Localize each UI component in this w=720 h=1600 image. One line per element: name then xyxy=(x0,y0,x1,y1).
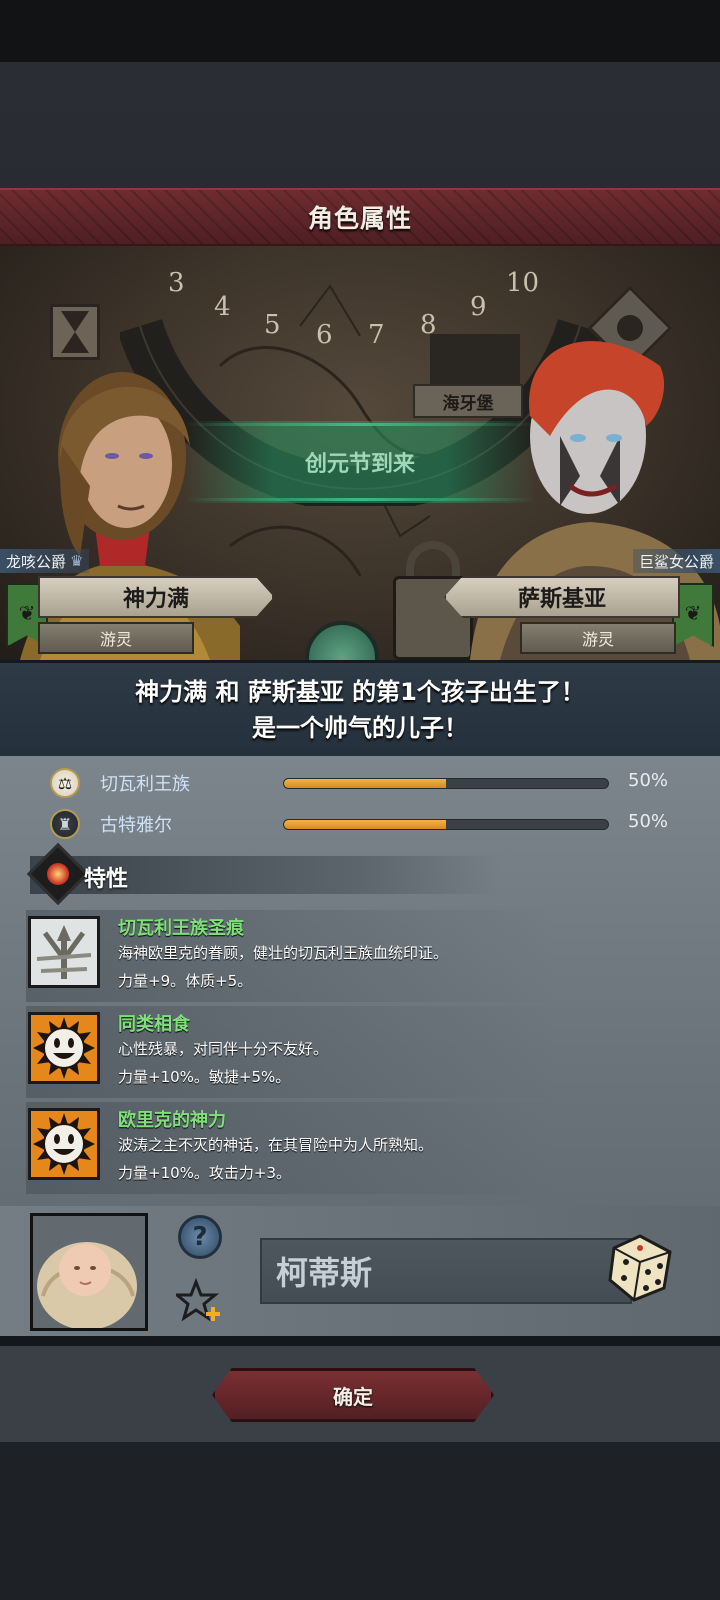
child-name-field[interactable]: 柯蒂斯 xyxy=(260,1238,632,1304)
grin-face-icon xyxy=(28,1108,100,1180)
confirm-button[interactable]: 确定 xyxy=(212,1368,494,1422)
page-title: 角色属性 xyxy=(307,204,412,233)
grin-face-icon xyxy=(28,1012,100,1084)
heritage-bar xyxy=(283,819,609,830)
trait-stats: 力量+10%。敏捷+5%。 xyxy=(118,1068,291,1086)
heritage-row: ♜ 古特雅尔 50% xyxy=(0,803,720,843)
dial-number: 3 xyxy=(168,268,185,298)
trait-name: 切瓦利王族圣痕 xyxy=(118,918,244,939)
birth-message: 神力满 和 萨斯基亚 的第1个孩子出生了！ 是一个帅气的儿子！ xyxy=(0,660,720,756)
dial-number: 5 xyxy=(264,310,281,340)
heritage-name: 切瓦利王族 xyxy=(100,774,190,795)
trait-stats: 力量+10%。攻击力+3。 xyxy=(118,1164,292,1182)
traits-section-title: 特性 xyxy=(84,867,129,892)
trait-item[interactable]: 同类相食 心性残暴，对同伴十分不友好。 力量+10%。敏捷+5%。 xyxy=(0,1006,720,1102)
birth-line-2: 是一个帅气的儿子！ xyxy=(252,713,468,742)
heritage-fill xyxy=(284,820,446,829)
dial-number: 6 xyxy=(316,320,333,350)
trait-description: 波涛之主不灭的神话，在其冒险中为人所熟知。 xyxy=(118,1136,434,1154)
dial-number: 9 xyxy=(470,292,487,322)
title-bar: 角色属性 xyxy=(0,188,720,246)
heritage-name: 古特雅尔 xyxy=(100,815,172,836)
trait-item[interactable]: 欧里克的神力 波涛之主不灭的神话，在其冒险中为人所熟知。 力量+10%。攻击力+… xyxy=(0,1102,720,1198)
dial-number: 7 xyxy=(368,320,385,350)
heritage-percent: 50% xyxy=(628,770,669,791)
scales-icon: ⚖ xyxy=(50,768,80,798)
mother-class: 游灵 xyxy=(520,622,676,654)
trident-icon xyxy=(28,916,100,988)
father-class: 游灵 xyxy=(38,622,194,654)
dice-icon[interactable] xyxy=(604,1232,676,1304)
status-bar-area xyxy=(0,0,720,62)
father-title: 龙咳公爵 ♛ xyxy=(0,549,90,573)
trait-description: 心性残暴，对同伴十分不友好。 xyxy=(118,1040,329,1058)
father-name: 神力满 xyxy=(38,576,274,618)
parents-scene: 3 4 5 6 7 8 9 10 海牙堡 创元节到来 龙咳公爵 ♛ 巨鲨女公爵 … xyxy=(0,246,720,660)
favorite-star-icon[interactable] xyxy=(172,1277,224,1324)
heritage-fill xyxy=(284,779,446,788)
trait-description: 海神欧里克的眷顾，健壮的切瓦利王族血统印证。 xyxy=(118,944,449,962)
mother-title: 巨鲨女公爵 xyxy=(632,549,720,573)
help-icon[interactable]: ? xyxy=(178,1215,222,1259)
heritage-row: ⚖ 切瓦利王族 50% xyxy=(0,762,720,802)
child-portrait[interactable] xyxy=(30,1213,148,1331)
crown-icon: ♛ xyxy=(70,552,84,570)
trait-stats: 力量+9。体质+5。 xyxy=(118,972,253,990)
trait-item[interactable]: 切瓦利王族圣痕 海神欧里克的眷顾，健壮的切瓦利王族血统印证。 力量+9。体质+5… xyxy=(0,910,720,1006)
heritage-bar xyxy=(283,778,609,789)
birth-line-1: 神力满 和 萨斯基亚 的第1个孩子出生了！ xyxy=(135,677,585,706)
dial-number: 10 xyxy=(506,268,540,298)
dial-number: 4 xyxy=(214,292,231,322)
clan-icon: ♜ xyxy=(50,809,80,839)
trait-name: 欧里克的神力 xyxy=(118,1110,226,1131)
heritage-percent: 50% xyxy=(628,811,669,832)
trait-name: 同类相食 xyxy=(118,1014,190,1035)
mother-name: 萨斯基亚 xyxy=(444,576,680,618)
